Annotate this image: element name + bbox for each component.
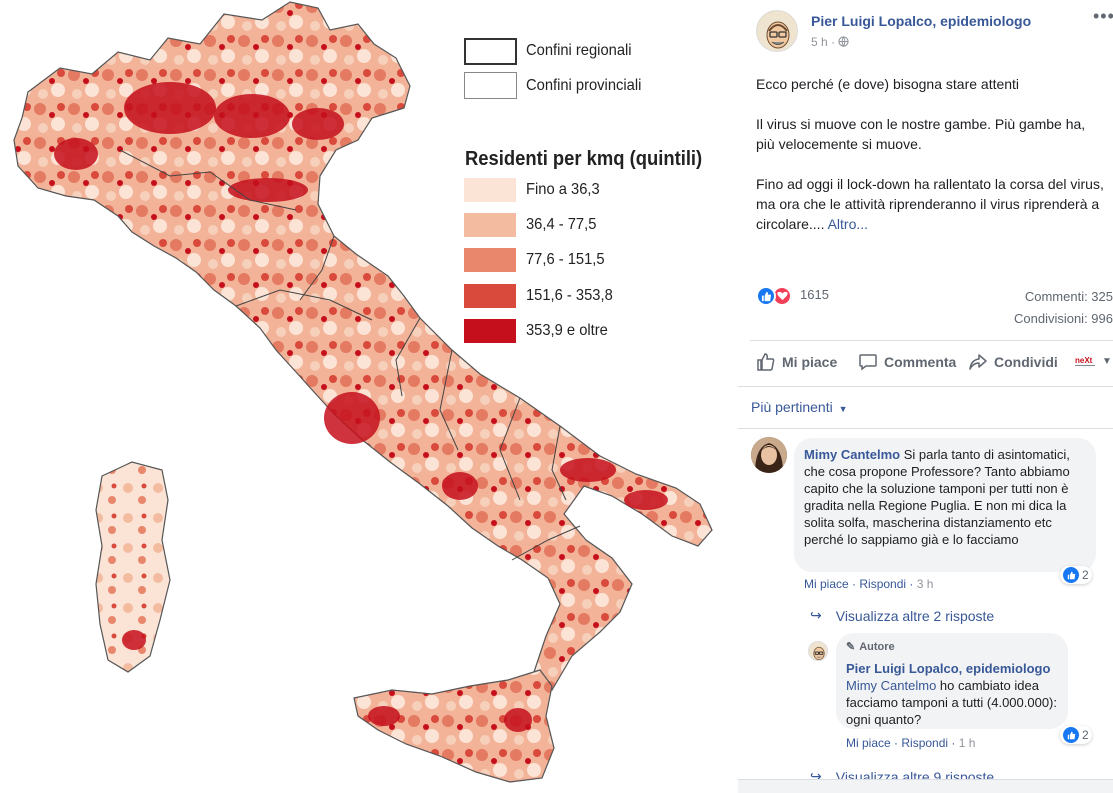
view-more-replies-label: Visualizza altre 2 risposte bbox=[835, 607, 995, 624]
facebook-post: Pier Luigi Lopalco, epidemiologo 5 h · •… bbox=[738, 0, 1113, 793]
comment-actions: Mi piace · Rispondi · 3 h bbox=[804, 577, 933, 591]
legend-regional-border-swatch bbox=[464, 38, 517, 65]
italy-density-map bbox=[13, 1, 713, 783]
legend-provincial-border-label: Confini provinciali bbox=[526, 77, 642, 94]
commenter-avatar[interactable] bbox=[751, 437, 787, 473]
post-paragraph-2: Il virus si muove con le nostre gambe. P… bbox=[756, 116, 1086, 152]
reply-mention[interactable]: Mimy Cantelmo bbox=[846, 678, 936, 693]
post-paragraph-1: Ecco perché (e dove) bisogna stare atten… bbox=[756, 76, 1020, 92]
page-avatar-icon: neXt bbox=[1074, 354, 1096, 368]
chevron-down-icon: ▼ bbox=[838, 404, 848, 414]
comment-bubble-icon bbox=[859, 354, 877, 371]
like-button[interactable]: Mi piace bbox=[756, 352, 837, 372]
post-time[interactable]: 5 h bbox=[811, 35, 828, 49]
legend-class-label: 151,6 - 353,8 bbox=[526, 287, 613, 304]
divider bbox=[738, 428, 1113, 429]
comment-bubble: Mimy Cantelmo Si parla tanto di asintoma… bbox=[794, 438, 1096, 572]
reactions-count[interactable]: 1615 bbox=[800, 287, 829, 302]
thumbs-up-icon bbox=[1063, 727, 1079, 743]
audience-selector-button[interactable]: neXt ▼ bbox=[1074, 354, 1112, 368]
reply-author-name[interactable]: Pier Luigi Lopalco, epidemiologo bbox=[846, 660, 1058, 677]
separator: · bbox=[909, 577, 917, 591]
author-avatar[interactable] bbox=[756, 10, 798, 52]
author-badge: ✎ Autore bbox=[846, 639, 1058, 656]
comment-like-link[interactable]: Mi piace bbox=[804, 577, 849, 591]
author-badge-label: Autore bbox=[859, 641, 895, 653]
reply-bubble: ✎ Autore Pier Luigi Lopalco, epidemiolog… bbox=[836, 633, 1068, 729]
chevron-down-icon: ▼ bbox=[1102, 355, 1112, 367]
map-image: Confini regionali Confini provinciali Re… bbox=[0, 0, 738, 793]
legend-class-label: 353,9 e oltre bbox=[526, 322, 608, 339]
thumbs-up-icon bbox=[757, 353, 775, 371]
svg-text:neXt: neXt bbox=[1075, 356, 1093, 365]
post-paragraph-3-text: Fino ad oggi il lock-down ha rallentato … bbox=[756, 176, 1104, 232]
reply-reply-link[interactable]: Rispondi bbox=[901, 736, 948, 750]
legend-swatch bbox=[464, 248, 516, 272]
share-button[interactable]: Condividi bbox=[968, 352, 1058, 372]
share-button-label: Condividi bbox=[994, 354, 1058, 370]
share-arrow-icon bbox=[969, 354, 987, 370]
reply-text-block: Mimy Cantelmo ho cambiato idea facciamo … bbox=[846, 677, 1058, 728]
post-options-button[interactable]: ••• bbox=[1093, 6, 1113, 27]
legend-regional-border-label: Confini regionali bbox=[526, 42, 632, 59]
comment-like-badge[interactable]: 2 bbox=[1060, 566, 1092, 584]
like-button-label: Mi piace bbox=[782, 354, 838, 370]
view-more-replies-link[interactable]: ↪ Visualizza altre 2 risposte bbox=[810, 607, 994, 624]
comment-button[interactable]: Commenta bbox=[858, 352, 956, 372]
comment-sort-label: Più pertinenti bbox=[751, 399, 833, 415]
separator: · bbox=[951, 736, 959, 750]
reply-time[interactable]: 1 h bbox=[959, 736, 976, 750]
divider bbox=[750, 340, 1113, 341]
legend-provincial-border-swatch bbox=[464, 72, 517, 99]
globe-icon bbox=[838, 35, 850, 49]
reply-like-count: 2 bbox=[1082, 728, 1089, 742]
legend-class-label: 36,4 - 77,5 bbox=[526, 216, 597, 233]
legend-swatch bbox=[464, 284, 516, 308]
legend-class-label: Fino a 36,3 bbox=[526, 181, 600, 198]
thumbs-up-icon bbox=[1063, 567, 1079, 583]
shares-count[interactable]: Condivisioni: 996 bbox=[1014, 311, 1113, 326]
divider bbox=[738, 386, 1113, 387]
reply-like-link[interactable]: Mi piace bbox=[846, 736, 891, 750]
comment-sort-dropdown[interactable]: Più pertinenti ▼ bbox=[751, 399, 848, 415]
post-author-name[interactable]: Pier Luigi Lopalco, epidemiologo bbox=[811, 13, 1031, 29]
see-more-link[interactable]: Altro... bbox=[828, 216, 868, 232]
commenter-name[interactable]: Mimy Cantelmo bbox=[804, 447, 900, 462]
post-meta: 5 h · bbox=[811, 35, 850, 49]
reply-arrow-icon: ↪ bbox=[810, 607, 822, 623]
legend-swatch bbox=[464, 213, 516, 237]
legend-title: Residenti per kmq (quintili) bbox=[465, 148, 703, 170]
legend-swatch bbox=[464, 319, 516, 343]
like-reaction-icon bbox=[756, 286, 776, 306]
comment-button-label: Commenta bbox=[884, 354, 957, 370]
reply-author-avatar[interactable] bbox=[808, 641, 828, 661]
reply-like-badge[interactable]: 2 bbox=[1060, 726, 1092, 744]
reaction-icons[interactable] bbox=[756, 286, 796, 306]
reply-actions: Mi piace · Rispondi · 1 h bbox=[846, 736, 975, 750]
comment-time[interactable]: 3 h bbox=[917, 577, 934, 591]
comment-input-strip[interactable] bbox=[738, 779, 1113, 793]
comment-reply-link[interactable]: Rispondi bbox=[859, 577, 906, 591]
post-paragraph-3: Fino ad oggi il lock-down ha rallentato … bbox=[756, 174, 1106, 234]
comments-count[interactable]: Commenti: 325 bbox=[1025, 289, 1113, 304]
legend-class-label: 77,6 - 151,5 bbox=[526, 251, 605, 268]
pencil-icon: ✎ bbox=[846, 641, 856, 653]
comment-text: Si parla tanto di asintomatici, che cosa… bbox=[804, 447, 1070, 547]
comment-like-count: 2 bbox=[1082, 568, 1089, 582]
legend-swatch bbox=[464, 178, 516, 202]
